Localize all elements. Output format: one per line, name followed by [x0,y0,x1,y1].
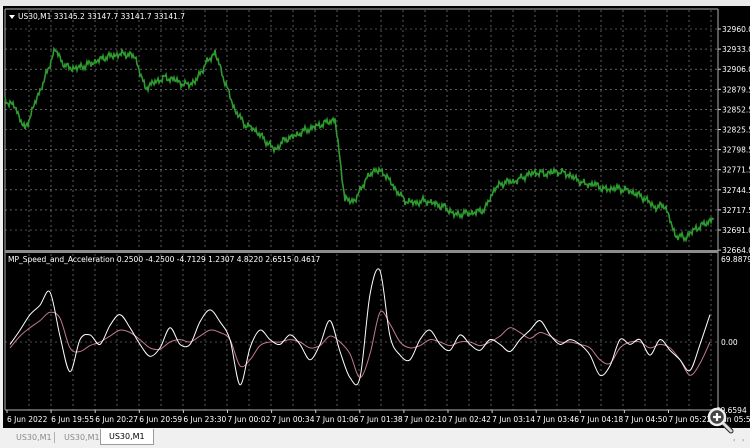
price-axis-label: 32960.0 [722,25,750,34]
time-axis-label: 7 Jun 00:34 [272,415,315,424]
scroll-right-arrow-icon[interactable]: › [742,437,744,444]
time-axis-label: 7 Jun 04:18 [580,415,623,424]
price-axis-label: 32852.5 [722,105,750,114]
price-axis-label: 32717.5 [722,206,750,215]
price-axis-label: 32664.0 [722,246,750,255]
tab-separator [54,432,55,443]
time-axis-label: 7 Jun 02:10 [404,415,447,424]
tab-us30-m1-3[interactable]: US30,M1 [100,429,154,445]
time-axis-label: 7 Jun 04:50 [624,415,667,424]
time-axis-label: 6 Jun 19:55 [51,415,94,424]
toolbar-strip [0,0,750,6]
time-axis-label: 7 Jun 02:42 [448,415,491,424]
time-axis-label: 7 Jun 03:46 [536,415,579,424]
tab-us30-m1-1[interactable]: US30,M1 [8,430,60,445]
indicator-header: MP_Speed_and_Acceleration 0.2500 -4.2500… [8,255,320,264]
time-axis-label: 6 Jun 2022 [7,415,48,424]
time-axis-label: 7 Jun 01:38 [360,415,403,424]
price-axis-label: 32933.0 [722,45,750,54]
panel-separator[interactable] [5,250,718,253]
price-axis-label: 32691.0 [722,226,750,235]
time-axis-label: 7 Jun 00:02 [228,415,271,424]
chart-canvas[interactable]: US30,M1 33145.2 33147.7 33141.7 33141.7 … [0,0,750,448]
price-axis-label: 32825.5 [722,126,750,135]
price-axis-label: 32798.5 [722,146,750,155]
price-axis-label: 32906.0 [722,65,750,74]
time-axis-label: 7 Jun 01:06 [316,415,359,424]
price-axis-label: 32771.5 [722,166,750,175]
scroll-left-arrow-icon[interactable]: ‹ [733,437,735,444]
indicator-axis-zero: 0.00 [721,338,738,347]
symbol-header: US30,M1 33145.2 33147.7 33141.7 33141.7 [18,12,185,21]
time-axis-label: 7 Jun 05:22 [669,415,712,424]
time-axis-label: 6 Jun 20:27 [95,415,138,424]
time-axis-label: 7 Jun 03:14 [492,415,535,424]
price-axis-label: 32744.5 [722,186,750,195]
time-axis-label: 6 Jun 20:59 [139,415,182,424]
price-axis-label: 32879.5 [722,85,750,94]
indicator-axis-top: 69.8879 [721,255,750,264]
time-axis-label: 6 Jun 23:30 [183,415,226,424]
